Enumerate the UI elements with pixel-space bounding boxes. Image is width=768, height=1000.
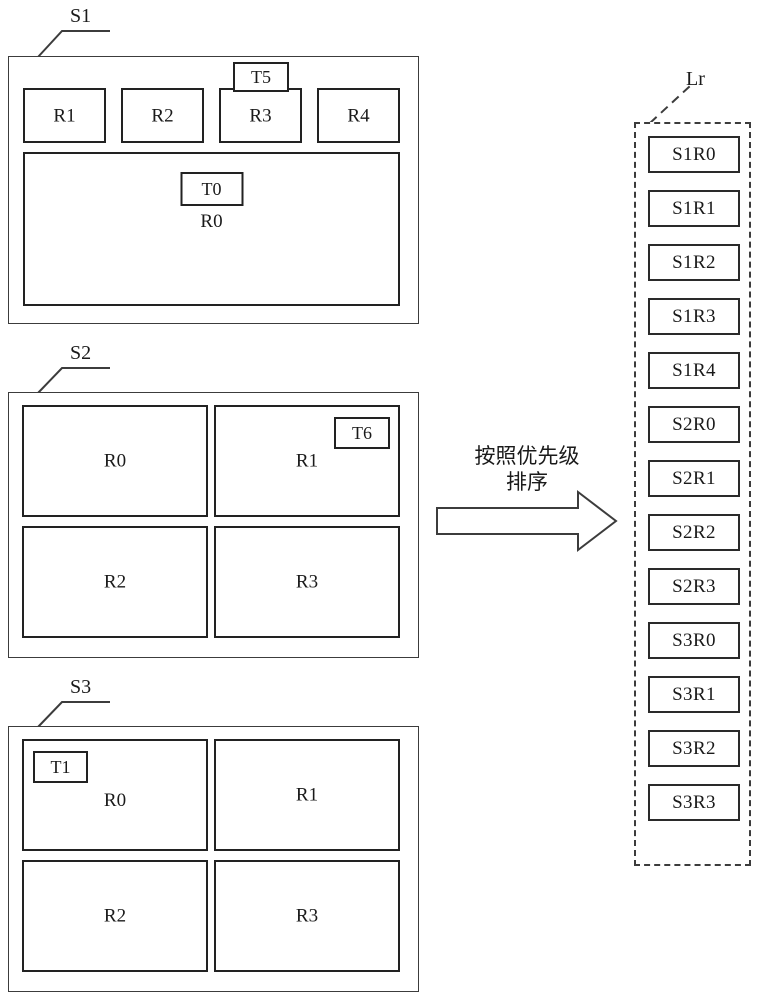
list-item-label: S3R2 [672,738,716,759]
region-s1-r0[interactable]: T0 R0 [23,152,400,306]
tag-label: T0 [201,179,222,199]
list-item[interactable]: S2R0 [648,406,740,443]
region-s3-r1[interactable]: R1 [214,739,400,851]
callout-leader-s1 [37,30,110,58]
region-s2-r0[interactable]: R0 [22,405,208,517]
region-label: R0 [103,450,127,472]
region-label: R2 [151,105,174,126]
list-item-label: S2R1 [672,468,716,489]
screen-s3[interactable]: T1 R0 R1 R2 R3 [8,726,419,992]
tag-t1[interactable]: T1 [33,751,88,783]
region-label: R2 [103,905,127,927]
list-item-label: S3R1 [672,684,716,705]
region-s2-r3[interactable]: R3 [214,526,400,638]
list-item-label: S2R2 [672,522,716,543]
tag-t0[interactable]: T0 [180,172,243,206]
tag-label: T5 [251,67,271,87]
callout-label-lr: Lr [686,68,705,90]
region-label: R2 [103,571,127,593]
list-item[interactable]: S2R2 [648,514,740,551]
list-item[interactable]: S1R1 [648,190,740,227]
region-label: R0 [200,211,223,232]
tag-t6[interactable]: T6 [334,417,390,449]
tag-label: T1 [50,757,71,777]
list-item-label: S1R1 [672,198,716,219]
region-s2-r1[interactable]: R1 T6 [214,405,400,517]
region-s1-r4[interactable]: R4 [317,88,400,143]
region-s1-r1[interactable]: R1 [23,88,106,143]
region-label: R1 [295,784,319,806]
region-label: R0 [103,790,127,811]
list-item[interactable]: S1R3 [648,298,740,335]
region-label: R3 [295,571,319,593]
list-item-label: S2R0 [672,414,716,435]
list-item[interactable]: S1R0 [648,136,740,173]
region-s3-r3[interactable]: R3 [214,860,400,972]
tag-label: T6 [352,423,372,443]
right-arrow-outline-icon [436,489,618,553]
region-label: R4 [347,105,370,126]
region-s1-r3[interactable]: R3 [219,88,302,143]
region-label: R3 [249,105,272,126]
list-item-label: S1R2 [672,252,716,273]
list-item-label: S3R0 [672,630,716,651]
list-item[interactable]: S1R4 [648,352,740,389]
flow-annotation-text: 按照优先级 排序 [474,444,580,495]
tag-t5[interactable]: T5 [233,62,289,92]
callout-label-s3: S3 [70,676,92,698]
list-item[interactable]: S3R3 [648,784,740,821]
list-item[interactable]: S3R1 [648,676,740,713]
list-item[interactable]: S1R2 [648,244,740,281]
callout-label-s1: S1 [70,5,92,27]
callout-leader-s2 [37,367,110,394]
callout-label-s2: S2 [70,342,92,364]
list-item-label: S1R4 [672,360,716,381]
list-item[interactable]: S2R3 [648,568,740,605]
list-item[interactable]: S3R0 [648,622,740,659]
region-s2-r2[interactable]: R2 [22,526,208,638]
list-item-label: S2R3 [672,576,716,597]
callout-leader-s3 [37,701,110,728]
list-item[interactable]: S2R1 [648,460,740,497]
callout-leader-lr [649,85,691,124]
list-item-label: S1R3 [672,306,716,327]
region-label: R1 [53,105,76,126]
result-list-container: S1R0 S1R1 S1R2 S1R3 S1R4 S2R0 S2R1 S2R2 … [634,122,751,866]
screen-s2[interactable]: R0 R1 T6 R2 R3 [8,392,419,658]
region-s1-r2[interactable]: R2 [121,88,204,143]
region-s3-r2[interactable]: R2 [22,860,208,972]
list-item[interactable]: S3R2 [648,730,740,767]
region-s3-r0[interactable]: T1 R0 [22,739,208,851]
region-label: R1 [295,450,319,472]
list-item-label: S3R3 [672,792,716,813]
screen-s1[interactable]: R1 R2 R3 R4 T5 T0 R0 [8,56,419,324]
list-item-label: S1R0 [672,144,716,165]
region-label: R3 [295,905,319,927]
